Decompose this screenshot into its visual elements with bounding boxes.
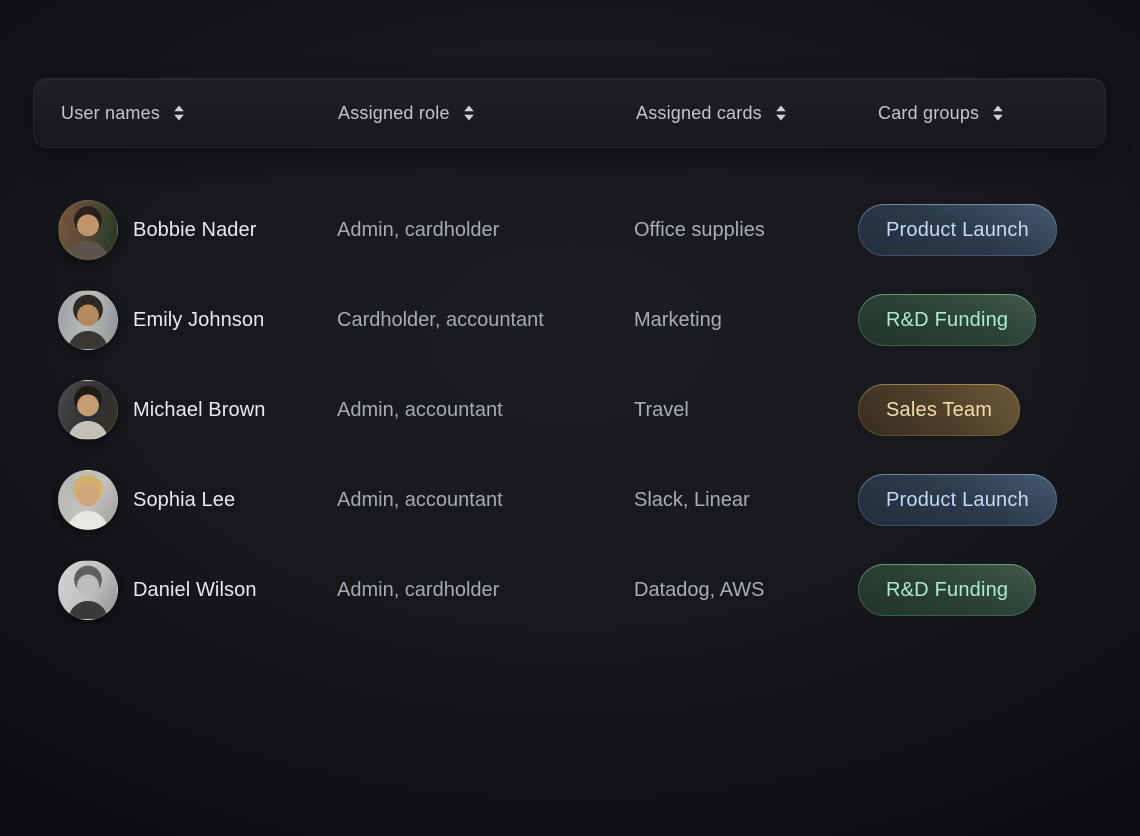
assigned-cards: Travel	[634, 380, 689, 440]
user-name: Michael Brown	[133, 380, 265, 440]
table-header: User names Assigned role Assigned cards …	[33, 78, 1106, 148]
assigned-role: Cardholder, accountant	[337, 290, 544, 350]
assigned-role: Admin, accountant	[337, 470, 503, 530]
assigned-role: Admin, cardholder	[337, 200, 499, 260]
table-row: Daniel Wilson Admin, cardholder Datadog,…	[0, 560, 1140, 620]
card-group-badge[interactable]: Sales Team	[858, 384, 1020, 436]
table-row: Bobbie Nader Admin, cardholder Office su…	[0, 200, 1140, 260]
column-header-user-names[interactable]: User names	[61, 79, 185, 147]
sort-icon[interactable]	[992, 105, 1004, 121]
card-group-badge[interactable]: R&D Funding	[858, 294, 1036, 346]
card-group-badge[interactable]: R&D Funding	[858, 564, 1036, 616]
avatar	[58, 290, 118, 350]
card-group-badge[interactable]: Product Launch	[858, 474, 1057, 526]
table-row: Michael Brown Admin, accountant Travel S…	[0, 380, 1140, 440]
user-name: Emily Johnson	[133, 290, 264, 350]
users-table-page: User names Assigned role Assigned cards …	[0, 0, 1140, 836]
column-header-assigned-role[interactable]: Assigned role	[338, 79, 475, 147]
avatar	[58, 200, 118, 260]
card-group-badge[interactable]: Product Launch	[858, 204, 1057, 256]
assigned-cards: Slack, Linear	[634, 470, 750, 530]
assigned-cards: Datadog, AWS	[634, 560, 764, 620]
sort-icon[interactable]	[775, 105, 787, 121]
assigned-cards: Office supplies	[634, 200, 765, 260]
avatar	[58, 380, 118, 440]
assigned-role: Admin, cardholder	[337, 560, 499, 620]
assigned-role: Admin, accountant	[337, 380, 503, 440]
assigned-cards: Marketing	[634, 290, 722, 350]
column-header-assigned-cards[interactable]: Assigned cards	[636, 79, 787, 147]
user-name: Sophia Lee	[133, 470, 235, 530]
user-name: Daniel Wilson	[133, 560, 257, 620]
user-name: Bobbie Nader	[133, 200, 257, 260]
sort-icon[interactable]	[463, 105, 475, 121]
column-header-label: User names	[61, 103, 160, 124]
column-header-label: Assigned cards	[636, 103, 762, 124]
avatar	[58, 470, 118, 530]
column-header-card-groups[interactable]: Card groups	[878, 79, 1004, 147]
column-header-label: Assigned role	[338, 103, 450, 124]
sort-icon[interactable]	[173, 105, 185, 121]
avatar	[58, 560, 118, 620]
column-header-label: Card groups	[878, 103, 979, 124]
table-row: Emily Johnson Cardholder, accountant Mar…	[0, 290, 1140, 350]
table-row: Sophia Lee Admin, accountant Slack, Line…	[0, 470, 1140, 530]
